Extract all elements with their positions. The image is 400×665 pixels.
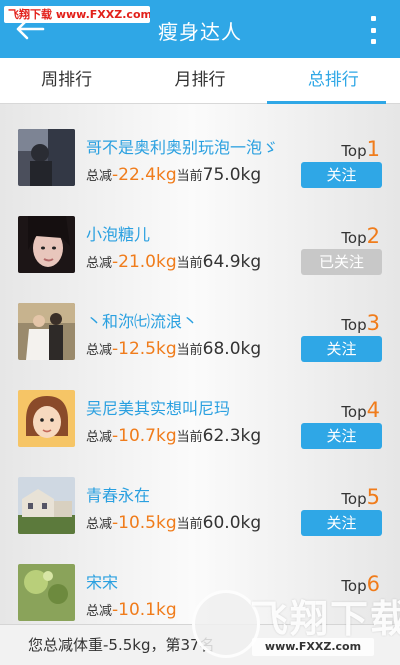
avatar[interactable]: [18, 477, 75, 534]
menu-dot-icon: [370, 27, 376, 33]
follow-button[interactable]: 关注: [301, 423, 382, 449]
weight-loss-value: -10.7kg: [112, 426, 177, 446]
rank-prefix: Top: [341, 316, 367, 334]
current-weight-value: 68.0kg: [202, 339, 262, 359]
rank-number: 1: [366, 137, 380, 161]
rank-label: Top1: [341, 137, 380, 161]
user-name[interactable]: 吴尼美其实想叫尼玛: [86, 395, 301, 419]
weight-stats: 总减-10.5kg当前60.0kg: [86, 513, 261, 533]
rank-prefix: Top: [341, 490, 367, 508]
rank-number: 4: [366, 398, 380, 422]
rank-prefix: Top: [341, 229, 367, 247]
ranking-tabs: 周排行 月排行 总排行: [0, 58, 400, 104]
weight-loss-value: -21.0kg: [112, 252, 177, 272]
weight-stats: 总减-22.4kg当前75.0kg: [86, 165, 261, 185]
watermark-banner: 飞翔下载 www.FXXZ.com: [4, 6, 150, 23]
current-weight-value: 62.3kg: [202, 426, 262, 446]
current-label: 当前: [176, 343, 203, 358]
loss-label: 总减: [86, 517, 113, 532]
follow-button[interactable]: 关注: [301, 162, 382, 188]
loss-label: 总减: [86, 256, 113, 271]
current-label: 当前: [176, 256, 203, 271]
tab-weekly[interactable]: 周排行: [0, 58, 133, 103]
list-item[interactable]: 小泡糖儿 总减-21.0kg当前64.9kg Top2 已关注: [0, 191, 400, 278]
menu-dot-icon: [370, 39, 376, 44]
weight-loss-value: -10.1kg: [112, 600, 177, 620]
watermark-url: www.FXXZ.com: [252, 638, 374, 656]
watermark-brand: 飞翔下载: [250, 597, 400, 641]
app-header: 瘦身达人 飞翔下载 www.FXXZ.com: [0, 0, 400, 58]
menu-dot-icon: [370, 16, 376, 21]
avatar[interactable]: [18, 216, 75, 273]
weight-loss-value: -10.5kg: [112, 513, 177, 533]
user-name[interactable]: 丶和沵㈦流浪丶: [86, 308, 301, 332]
user-name[interactable]: 青春永在: [86, 482, 301, 506]
list-item[interactable]: 青春永在 总减-10.5kg当前60.0kg Top5 关注: [0, 452, 400, 539]
list-item[interactable]: 吴尼美其实想叫尼玛 总减-10.7kg当前62.3kg Top4 关注: [0, 365, 400, 452]
rank-label: Top2: [341, 224, 380, 248]
avatar[interactable]: [18, 303, 75, 360]
avatar[interactable]: [18, 564, 75, 621]
ranking-list: 哥不是奥利奥别玩泡一泡ゞ 总减-22.4kg当前75.0kg Top1 关注 小…: [0, 104, 400, 624]
rank-label: Top3: [341, 311, 380, 335]
loss-label: 总减: [86, 343, 113, 358]
loss-label: 总减: [86, 430, 113, 445]
weight-stats: 总减-12.5kg当前68.0kg: [86, 339, 261, 359]
current-weight-value: 60.0kg: [202, 513, 262, 533]
weight-stats: 总减-10.7kg当前62.3kg: [86, 426, 261, 446]
current-weight-value: 75.0kg: [202, 165, 262, 185]
loss-label: 总减: [86, 604, 113, 619]
rank-prefix: Top: [341, 403, 367, 421]
list-item[interactable]: 哥不是奥利奥别玩泡一泡ゞ 总减-22.4kg当前75.0kg Top1 关注: [0, 104, 400, 191]
current-label: 当前: [176, 430, 203, 445]
weight-loss-value: -22.4kg: [112, 165, 177, 185]
rank-label: Top4: [341, 398, 380, 422]
follow-button[interactable]: 关注: [301, 510, 382, 536]
loss-label: 总减: [86, 169, 113, 184]
user-name[interactable]: 哥不是奥利奥别玩泡一泡ゞ: [86, 134, 301, 158]
rank-number: 2: [366, 224, 380, 248]
rank-label: Top5: [341, 485, 380, 509]
avatar[interactable]: [18, 390, 75, 447]
current-label: 当前: [176, 169, 203, 184]
watermark-logo: 飞翔下载 www.FXXZ.com: [192, 586, 400, 662]
list-item[interactable]: 丶和沵㈦流浪丶 总减-12.5kg当前68.0kg Top3 关注: [0, 278, 400, 365]
user-name[interactable]: 小泡糖儿: [86, 221, 301, 245]
tab-total[interactable]: 总排行: [266, 58, 400, 104]
weight-loss-value: -12.5kg: [112, 339, 177, 359]
rank-prefix: Top: [341, 142, 367, 160]
current-label: 当前: [176, 517, 203, 532]
rank-number: 3: [366, 311, 380, 335]
followed-button[interactable]: 已关注: [301, 249, 382, 275]
tab-monthly[interactable]: 月排行: [133, 58, 266, 103]
overflow-menu-button[interactable]: [366, 16, 380, 44]
current-weight-value: 64.9kg: [202, 252, 262, 272]
follow-button[interactable]: 关注: [301, 336, 382, 362]
rank-number: 5: [366, 485, 380, 509]
avatar[interactable]: [18, 129, 75, 186]
weight-stats: 总减-10.1kg: [86, 600, 177, 620]
weight-stats: 总减-21.0kg当前64.9kg: [86, 252, 261, 272]
